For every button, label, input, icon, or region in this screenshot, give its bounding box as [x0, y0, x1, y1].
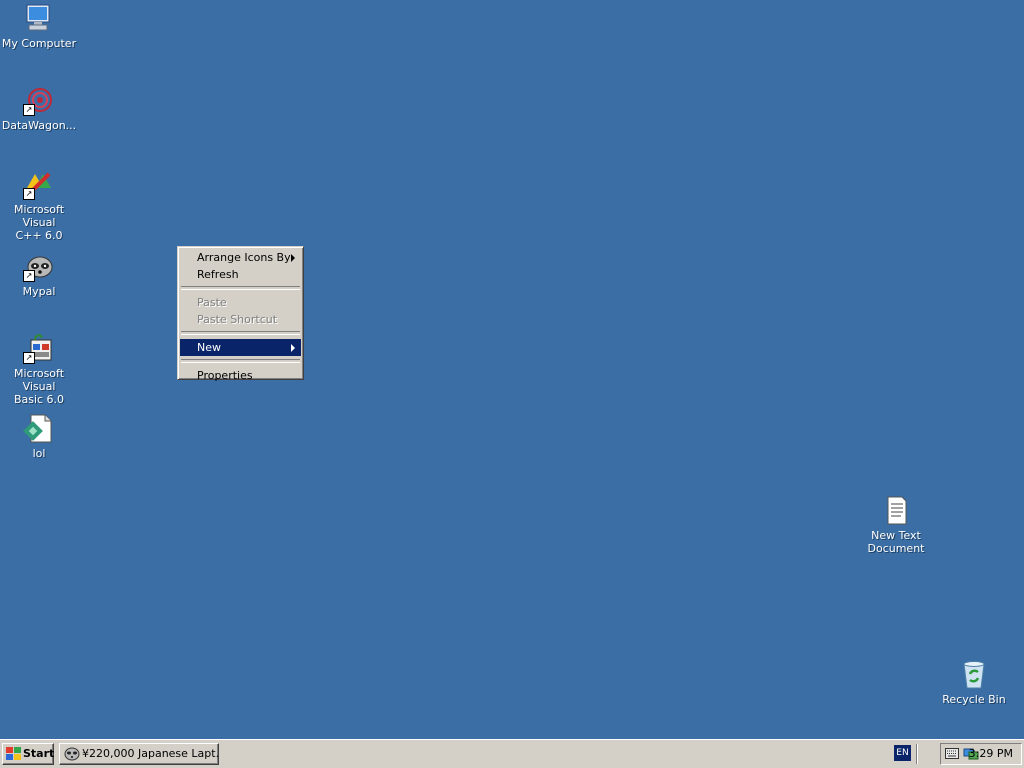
start-button[interactable]: Start [2, 743, 54, 765]
menu-item-properties[interactable]: Properties [180, 367, 301, 384]
menu-item-label: Paste [197, 296, 227, 309]
raccoon-icon: ↗ [23, 250, 55, 282]
menu-item-paste-shortcut: Paste Shortcut [180, 311, 301, 328]
windows-logo-icon [6, 747, 21, 768]
desktop-icon-label-line2: C++ 6.0 [15, 229, 63, 242]
submenu-arrow-icon [291, 344, 295, 352]
menu-item-label: Refresh [197, 268, 239, 281]
menu-item-refresh[interactable]: Refresh [180, 266, 301, 283]
menu-item-arrange-icons-by[interactable]: Arrange Icons By [180, 249, 301, 266]
desktop-icon-lol[interactable]: lol [0, 412, 78, 460]
desktop-icon-mypal[interactable]: ↗ Mypal [0, 250, 78, 298]
desktop-icon-datawagon[interactable]: ↗ DataWagon... [0, 84, 78, 132]
desktop-icon-label: Recycle Bin [942, 693, 1006, 706]
script-file-icon [23, 412, 55, 444]
keyboard-icon[interactable] [945, 748, 959, 762]
desktop-icon-label-line2: Document [867, 542, 925, 555]
datawagon-icon: ↗ [23, 84, 55, 116]
menu-item-label: Paste Shortcut [197, 313, 278, 326]
desktop-icon-label-line1: Microsoft Visual [13, 203, 65, 229]
taskbar-button-mypal[interactable]: ¥220,000 Japanese Lapt... [59, 743, 219, 765]
desktop-icon-label: DataWagon... [1, 119, 77, 132]
desktop-icon-my-computer[interactable]: My Computer [0, 2, 78, 50]
desktop-icon-label-line2: Basic 6.0 [13, 393, 65, 406]
language-indicator[interactable]: EN [894, 745, 911, 761]
desktop[interactable]: My Computer ↗ DataWagon... ↗ Microsoft V… [0, 0, 1024, 739]
desktop-icon-label: My Computer [1, 37, 77, 50]
visual-cpp-icon: ↗ [23, 168, 55, 200]
desktop-icon-recycle-bin[interactable]: Recycle Bin [935, 658, 1013, 706]
submenu-arrow-icon [291, 254, 295, 262]
taskbar-clock[interactable]: 3:29 PM [969, 747, 1013, 760]
desktop-icon-visual-cpp[interactable]: ↗ Microsoft Visual C++ 6.0 [0, 168, 78, 242]
menu-item-label: Arrange Icons By [197, 251, 291, 264]
menu-separator [181, 359, 300, 363]
system-tray: 3:29 PM [940, 743, 1022, 765]
visual-basic-icon: ↗ [23, 332, 55, 364]
desktop-icon-label-line1: Microsoft Visual [13, 367, 65, 393]
menu-item-label: Properties [197, 369, 253, 382]
desktop-icon-label-line1: New Text [871, 529, 921, 542]
menu-item-paste: Paste [180, 294, 301, 311]
raccoon-icon [64, 747, 80, 764]
taskbar: Start ¥220,000 Japanese Lapt... EN 3:29 … [0, 739, 1024, 768]
taskbar-separator [916, 744, 918, 764]
menu-item-new[interactable]: New [180, 339, 301, 356]
desktop-context-menu: Arrange Icons By Refresh Paste Paste Sho… [177, 246, 304, 382]
recycle-bin-icon [958, 658, 990, 690]
start-label: Start [23, 747, 55, 760]
shortcut-arrow-icon: ↗ [23, 270, 35, 282]
menu-separator [181, 286, 300, 290]
desktop-icon-new-text-document[interactable]: New Text Document [857, 494, 935, 555]
shortcut-arrow-icon: ↗ [23, 104, 35, 116]
computer-icon [23, 2, 55, 34]
shortcut-arrow-icon: ↗ [23, 352, 35, 364]
desktop-icon-label: Mypal [22, 285, 56, 298]
menu-separator [181, 331, 300, 335]
menu-item-label: New [197, 341, 221, 354]
taskbar-button-label: ¥220,000 Japanese Lapt... [82, 747, 219, 760]
shortcut-arrow-icon: ↗ [23, 188, 35, 200]
desktop-icon-label: lol [32, 447, 46, 460]
text-document-icon [880, 494, 912, 526]
desktop-icon-visual-basic[interactable]: ↗ Microsoft Visual Basic 6.0 [0, 332, 78, 406]
